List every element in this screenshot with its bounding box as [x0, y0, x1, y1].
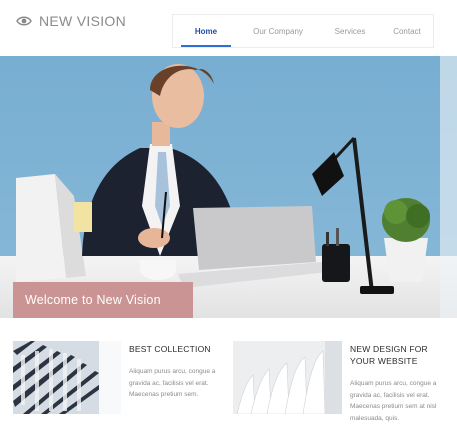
eye-icon [16, 16, 32, 26]
welcome-banner-text: Welcome to New Vision [25, 293, 161, 307]
brand-logo[interactable]: NEW VISION [16, 13, 126, 29]
feature-image-building [13, 341, 121, 414]
nav-item-contact[interactable]: Contact [383, 15, 431, 47]
welcome-banner: Welcome to New Vision [13, 282, 193, 318]
hero-image [0, 56, 457, 318]
nav-item-home[interactable]: Home [177, 15, 235, 47]
feature-title: BEST COLLECTION [129, 344, 211, 354]
site-header: NEW VISION Home Our Company Services Con… [0, 0, 457, 56]
feature-description: Aliquam purus arcu, congue a gravida ac,… [129, 368, 216, 398]
main-nav: Home Our Company Services Contact [172, 14, 434, 48]
nav-item-our-company[interactable]: Our Company [239, 15, 317, 47]
nav-item-services[interactable]: Services [319, 15, 381, 47]
feature-description: Aliquam purus arcu, congue a gravida ac,… [350, 380, 437, 422]
feature-title: NEW DESIGN FOR YOUR WEBSITE [350, 344, 428, 366]
brand-name: NEW VISION [39, 13, 127, 29]
feature-image-architecture [233, 341, 342, 414]
